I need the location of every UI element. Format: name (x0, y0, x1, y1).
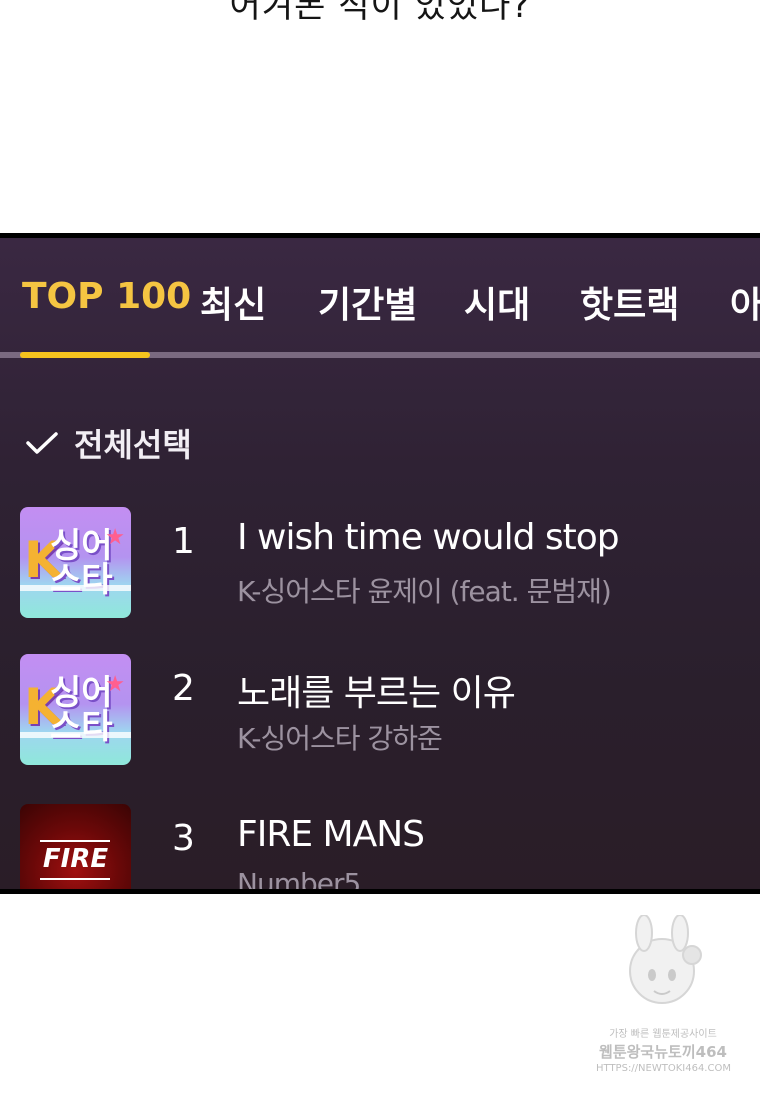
watermark-url: HTTPS://NEWTOKI464.COM (596, 1063, 731, 1074)
tab-period[interactable]: 기간별 (318, 276, 417, 328)
cover-line (40, 840, 110, 842)
star-icon: ★ (105, 525, 125, 550)
active-tab-indicator (20, 352, 150, 358)
song-title[interactable]: 노래를 부르는 이유 (237, 664, 516, 716)
cover-title: FIRE (42, 844, 109, 874)
cover-stripe (20, 585, 131, 591)
select-all-button[interactable]: 전체선택 (26, 423, 192, 464)
tab-top100[interactable]: TOP 100 (22, 276, 191, 317)
cover-line (40, 878, 110, 880)
checkmark-icon (26, 431, 58, 455)
mascot-icon (629, 915, 702, 1004)
tab-more[interactable]: 아 (730, 276, 760, 328)
star-icon: ★ (105, 672, 125, 697)
tab-latest[interactable]: 최신 (200, 276, 266, 328)
song-rank: 2 (172, 668, 195, 709)
album-cover-k-singer-star[interactable]: K 싱어스타 ★ (20, 507, 131, 618)
album-cover-fire[interactable]: FIRE (20, 804, 131, 889)
watermark-line: 가장 빠른 웹툰제공사이트 (609, 1029, 717, 1040)
song-artist[interactable]: K-싱어스타 윤제이 (feat. 문범재) (237, 570, 612, 610)
cover-stripe (20, 732, 131, 738)
song-title[interactable]: FIRE MANS (237, 814, 425, 855)
song-row-1[interactable]: K 싱어스타 ★ 1 I wish time would stop K-싱어스타… (0, 507, 760, 637)
song-row-3[interactable]: FIRE 3 FIRE MANS Number5 (0, 804, 760, 889)
song-artist[interactable]: K-싱어스타 강하준 (237, 717, 443, 757)
select-all-label: 전체선택 (74, 426, 192, 464)
chart-tabs: TOP 100 최신 기간별 시대 핫트랙 아 (0, 238, 760, 358)
music-chart-screen: TOP 100 최신 기간별 시대 핫트랙 아 전체선택 K 싱어스타 ★ 1 … (0, 238, 760, 889)
song-row-2[interactable]: K 싱어스타 ★ 2 노래를 부르는 이유 K-싱어스타 강하준 (0, 654, 760, 784)
song-rank: 3 (172, 818, 195, 859)
site-watermark: 가장 빠른 웹툰제공사이트 웹툰왕국뉴토끼464 HTTPS://NEWTOKI… (596, 915, 731, 1085)
phone-panel: TOP 100 최신 기간별 시대 핫트랙 아 전체선택 K 싱어스타 ★ 1 … (0, 233, 760, 894)
song-rank: 1 (172, 521, 195, 562)
tab-era[interactable]: 시대 (464, 276, 530, 328)
caption-text: 어겨본 적이 있었나? (229, 0, 531, 26)
album-cover-k-singer-star[interactable]: K 싱어스타 ★ (20, 654, 131, 765)
tab-hot-track[interactable]: 핫트랙 (580, 276, 679, 328)
song-artist[interactable]: Number5 (237, 867, 361, 889)
song-title[interactable]: I wish time would stop (237, 517, 620, 558)
watermark-site-name: 웹툰왕국뉴토끼464 (599, 1043, 727, 1061)
